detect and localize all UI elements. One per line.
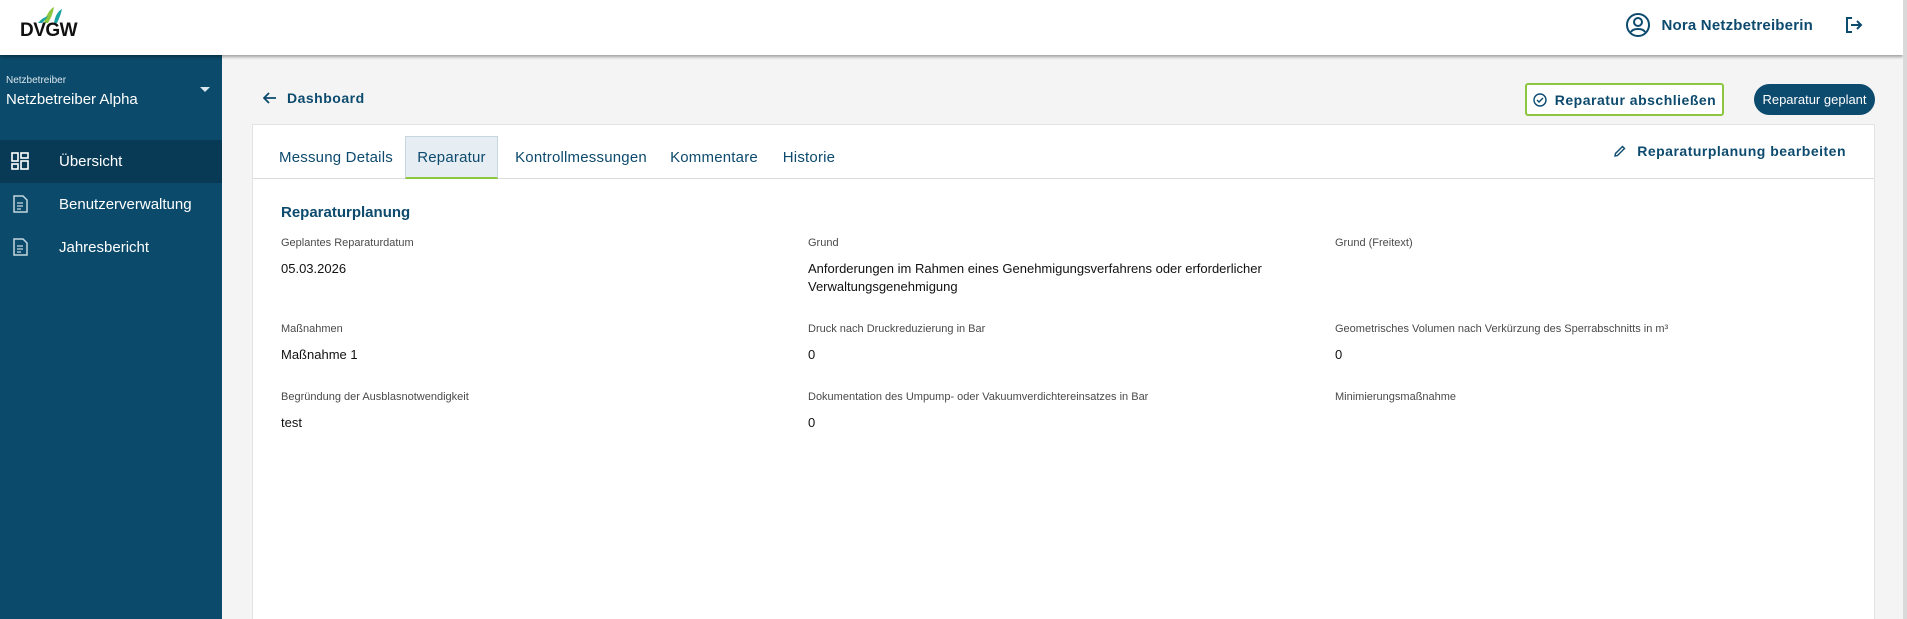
operator-caption: Netzbetreiber [6,75,67,86]
field-minimization-measure: Minimierungsmaßnahme [1335,391,1835,414]
field-pump-documentation: Dokumentation des Umpump- oder Vakuumver… [808,391,1308,432]
user-menu[interactable]: Nora Netzbetreiberin [1625,12,1813,38]
logo-text: DVGW [20,20,78,41]
field-label: Maßnahmen [281,323,343,335]
field-value: Maßnahme 1 [281,347,358,362]
field-label: Dokumentation des Umpump- oder Vakuumver… [808,391,1149,403]
tab-messung-details[interactable]: Messung Details [274,136,398,179]
dashboard-icon [11,152,29,170]
tab-bar: Messung Details Reparatur Kontrollmessun… [253,125,1874,179]
field-measures: Maßnahmen Maßnahme 1 [281,323,781,364]
pencil-icon [1614,145,1626,157]
top-bar: DVGW Nora Netzbetreiberin [0,0,1903,55]
field-label: Grund [808,237,839,249]
chevron-down-icon [200,87,210,92]
field-planned-date: Geplantes Reparaturdatum 05.03.2026 [281,237,781,278]
field-label: Minimierungsmaßnahme [1335,391,1457,403]
check-circle-icon [1533,92,1547,107]
window-edge [1903,0,1907,619]
tab-kontrollmessungen[interactable]: Kontrollmessungen [507,136,655,179]
field-pressure-after-reduction: Druck nach Druckreduzierung in Bar 0 [808,323,1308,364]
complete-repair-label: Reparatur abschließen [1554,91,1717,108]
field-blowout-justification: Begründung der Ausblasnotwendigkeit test [281,391,781,432]
field-label: Grund (Freitext) [1335,237,1413,249]
sidebar: Netzbetreiber Netzbetreiber Alpha Übersi… [0,55,222,619]
operator-value: Netzbetreiber Alpha [6,91,138,108]
edit-repair-plan-link[interactable]: Reparaturplanung bearbeiten [1613,143,1846,159]
field-value: 0 [808,415,816,430]
section-title: Reparaturplanung [281,204,411,221]
document-icon [13,195,28,213]
sidebar-item-jahresbericht[interactable]: Jahresbericht [0,226,222,269]
repair-status-button[interactable]: Reparatur geplant [1754,84,1875,115]
edit-repair-plan-label: Reparaturplanung bearbeiten [1637,143,1846,159]
user-name: Nora Netzbetreiberin [1661,16,1813,34]
field-label: Geometrisches Volumen nach Verkürzung de… [1335,323,1669,335]
repair-status-label: Reparatur geplant [1762,92,1867,107]
tab-kommentare[interactable]: Kommentare [664,136,764,179]
sidebar-item-uebersicht[interactable]: Übersicht [0,140,222,183]
field-reason: Grund Anforderungen im Rahmen eines Gene… [808,237,1288,296]
field-value: 0 [808,347,816,362]
field-value: test [281,415,302,430]
back-to-dashboard-link[interactable]: Dashboard [263,90,365,106]
sidebar-item-benutzerverwaltung[interactable]: Benutzerverwaltung [0,183,222,226]
field-geometric-volume: Geometrisches Volumen nach Verkürzung de… [1335,323,1855,364]
sidebar-item-label: Jahresbericht [59,239,150,256]
tab-reparatur[interactable]: Reparatur [405,136,498,179]
field-value: Anforderungen im Rahmen eines Genehmigun… [808,261,1262,294]
sidebar-item-label: Übersicht [59,153,123,170]
back-label: Dashboard [287,90,365,106]
field-label: Begründung der Ausblasnotwendigkeit [281,391,469,403]
complete-repair-button[interactable]: Reparatur abschließen [1525,83,1724,116]
field-label: Druck nach Druckreduzierung in Bar [808,323,986,335]
operator-select[interactable]: Netzbetreiber Netzbetreiber Alpha [6,75,210,115]
field-reason-freetext: Grund (Freitext) [1335,237,1835,260]
field-value: 0 [1335,347,1343,362]
document-icon [13,238,28,256]
field-value: 05.03.2026 [281,261,347,276]
repair-card: Messung Details Reparatur Kontrollmessun… [252,124,1875,619]
logout-icon[interactable] [1843,14,1865,36]
dvgw-logo[interactable]: DVGW [20,5,80,45]
field-label: Geplantes Reparaturdatum [281,237,414,249]
tab-historie[interactable]: Historie [777,136,841,179]
arrow-left-icon [263,92,276,104]
sidebar-nav: Übersicht Benutzerverwaltung Jahresberic… [0,140,222,269]
user-circle-icon [1626,13,1651,37]
sidebar-item-label: Benutzerverwaltung [59,196,192,213]
